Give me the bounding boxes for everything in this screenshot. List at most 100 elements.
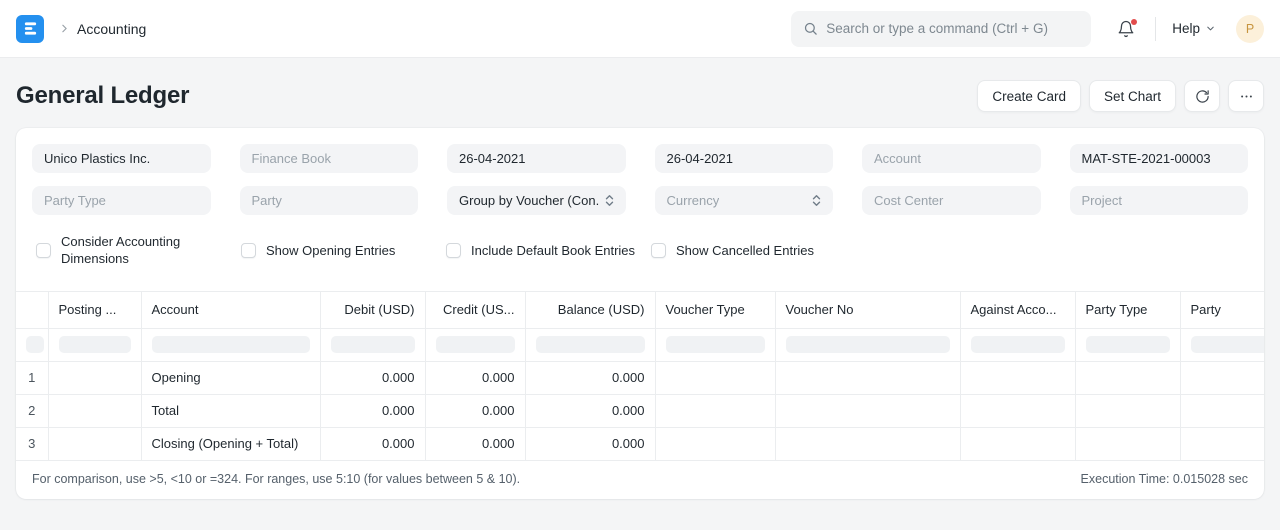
cell-against-acco <box>960 427 1075 460</box>
filter-project[interactable] <box>1070 186 1249 215</box>
column-filter-input[interactable] <box>26 336 44 353</box>
column-header-party[interactable]: Party <box>1180 292 1264 328</box>
user-avatar[interactable]: P <box>1236 15 1264 43</box>
checkbox-show-cancelled-entries[interactable] <box>651 243 666 258</box>
cell-credit-us: 0.000 <box>425 361 525 394</box>
cell-credit-us: 0.000 <box>425 427 525 460</box>
filter-cost-center[interactable] <box>862 186 1041 215</box>
navbar: Accounting Help P <box>0 0 1280 58</box>
cell-posting <box>48 427 141 460</box>
filter-group-by-value: Group by Voucher (Con... <box>459 193 599 208</box>
filter-account[interactable] <box>862 144 1041 173</box>
row-index: 2 <box>16 394 48 427</box>
refresh-button[interactable] <box>1184 80 1220 112</box>
help-menu[interactable]: Help <box>1172 21 1216 36</box>
column-filter-input[interactable] <box>59 336 131 353</box>
row-index: 1 <box>16 361 48 394</box>
cell-voucher-no <box>775 394 960 427</box>
column-header-account[interactable]: Account <box>141 292 320 328</box>
cell-balance-usd: 0.000 <box>525 394 655 427</box>
filter-company[interactable] <box>32 144 211 173</box>
cell-account: Closing (Opening + Total) <box>141 427 320 460</box>
column-filter-input[interactable] <box>1191 336 1265 353</box>
column-header-party-type[interactable]: Party Type <box>1075 292 1180 328</box>
cell-balance-usd: 0.000 <box>525 427 655 460</box>
column-filter-input[interactable] <box>1086 336 1170 353</box>
card-footer: For comparison, use >5, <10 or =324. For… <box>16 461 1264 499</box>
filter-fields: Group by Voucher (Con... Currency <box>32 144 1248 215</box>
filter-currency[interactable]: Currency <box>655 186 834 215</box>
cell-party <box>1180 361 1264 394</box>
column-filter-input[interactable] <box>536 336 645 353</box>
checkbox-show-opening-entries[interactable] <box>241 243 256 258</box>
create-card-button[interactable]: Create Card <box>977 80 1081 112</box>
checkbox-item-include-default-book-entries[interactable]: Include Default Book Entries <box>446 233 651 267</box>
breadcrumb-chevron-icon <box>58 22 71 35</box>
set-chart-button[interactable]: Set Chart <box>1089 80 1176 112</box>
column-header-balance-usd[interactable]: Balance (USD) <box>525 292 655 328</box>
column-header-voucher-no[interactable]: Voucher No <box>775 292 960 328</box>
column-filter-input[interactable] <box>666 336 765 353</box>
select-caret-icon <box>605 194 614 207</box>
chevron-down-icon <box>1205 23 1216 34</box>
page-title: General Ledger <box>16 82 189 110</box>
column-filter-input[interactable] <box>152 336 310 353</box>
cell-party-type <box>1075 361 1180 394</box>
cell-debit-usd: 0.000 <box>320 361 425 394</box>
checkbox-include-default-book-entries[interactable] <box>446 243 461 258</box>
column-filter-input[interactable] <box>971 336 1065 353</box>
checkbox-item-show-cancelled-entries[interactable]: Show Cancelled Entries <box>651 233 856 267</box>
checkbox-item-show-opening-entries[interactable]: Show Opening Entries <box>241 233 446 267</box>
filter-party[interactable] <box>240 186 419 215</box>
ellipsis-icon <box>1239 89 1254 104</box>
cell-party <box>1180 427 1264 460</box>
notifications-button[interactable] <box>1113 16 1139 42</box>
execution-time: Execution Time: 0.015028 sec <box>1081 472 1248 486</box>
app-logo[interactable] <box>16 15 44 43</box>
avatar-initial: P <box>1246 22 1254 36</box>
cell-posting <box>48 394 141 427</box>
cell-credit-us: 0.000 <box>425 394 525 427</box>
breadcrumb[interactable]: Accounting <box>77 21 146 37</box>
column-header-voucher-type[interactable]: Voucher Type <box>655 292 775 328</box>
cell-voucher-type <box>655 394 775 427</box>
report-card: Group by Voucher (Con... Currency Conside… <box>16 128 1264 499</box>
table-row: 2Total0.0000.0000.000 <box>16 394 1264 427</box>
checkbox-item-consider-accounting-dimensions[interactable]: Consider Accounting Dimensions <box>36 233 241 267</box>
help-label: Help <box>1172 21 1200 36</box>
cell-account: Total <box>141 394 320 427</box>
cell-voucher-type <box>655 427 775 460</box>
refresh-icon <box>1195 89 1210 104</box>
row-index: 3 <box>16 427 48 460</box>
filter-party-type[interactable] <box>32 186 211 215</box>
global-search[interactable] <box>791 11 1091 47</box>
cell-account: Opening <box>141 361 320 394</box>
checkbox-consider-accounting-dimensions[interactable] <box>36 243 51 258</box>
erpnext-logo-icon <box>23 21 38 36</box>
filter-currency-value: Currency <box>667 193 720 208</box>
cell-party <box>1180 394 1264 427</box>
cell-posting <box>48 361 141 394</box>
filter-to-date[interactable] <box>655 144 834 173</box>
column-header-debit-usd[interactable]: Debit (USD) <box>320 292 425 328</box>
menu-button[interactable] <box>1228 80 1264 112</box>
column-header-posting[interactable]: Posting ... <box>48 292 141 328</box>
column-filter-input[interactable] <box>786 336 950 353</box>
row-index-header <box>16 292 48 328</box>
table-row: 1Opening0.0000.0000.000 <box>16 361 1264 394</box>
filter-group-by[interactable]: Group by Voucher (Con... <box>447 186 626 215</box>
checkbox-label: Consider Accounting Dimensions <box>61 233 189 267</box>
checkbox-label: Include Default Book Entries <box>471 242 635 259</box>
column-header-credit-us[interactable]: Credit (US... <box>425 292 525 328</box>
select-caret-icon <box>812 194 821 207</box>
filter-finance-book[interactable] <box>240 144 419 173</box>
search-input[interactable] <box>826 21 1079 36</box>
column-header-against-acco[interactable]: Against Acco... <box>960 292 1075 328</box>
cell-debit-usd: 0.000 <box>320 394 425 427</box>
filter-from-date[interactable] <box>447 144 626 173</box>
column-filter-input[interactable] <box>331 336 415 353</box>
cell-against-acco <box>960 394 1075 427</box>
column-filter-input[interactable] <box>436 336 515 353</box>
page-head: General Ledger Create Card Set Chart <box>0 58 1280 128</box>
filter-voucher-no[interactable] <box>1070 144 1249 173</box>
